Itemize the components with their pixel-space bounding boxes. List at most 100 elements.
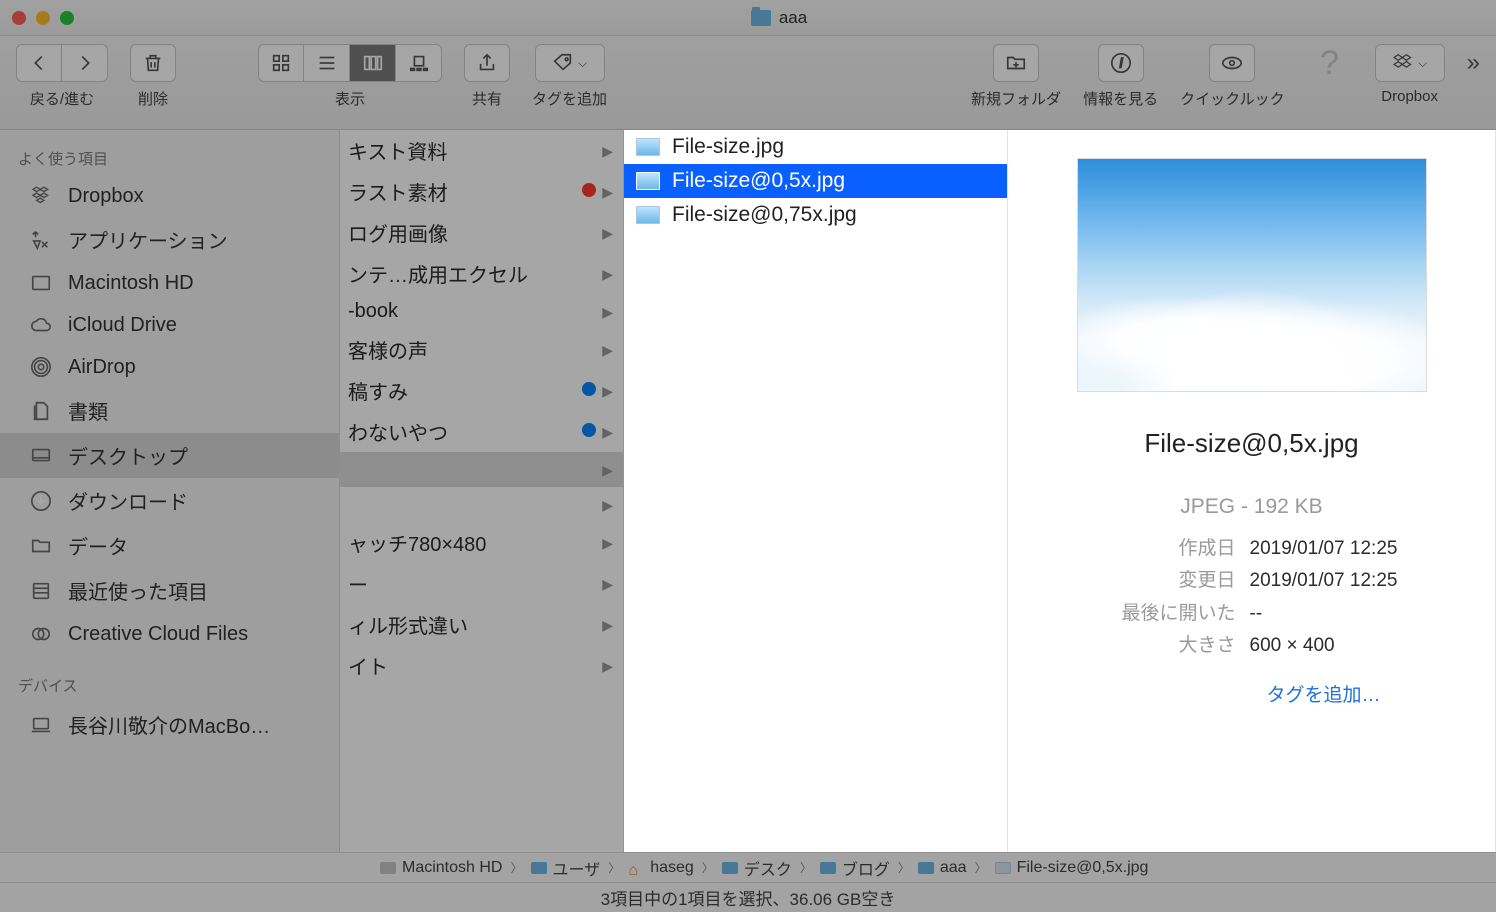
sidebar-item-downloads[interactable]: ダウンロード — [0, 478, 339, 523]
laptop-icon — [28, 712, 54, 738]
chevron-right-icon: ▶ — [602, 535, 613, 551]
folder-row[interactable]: ー▶ — [340, 563, 623, 604]
folder-row[interactable]: ▶ — [340, 452, 623, 487]
chevron-right-icon: 〉 — [608, 859, 620, 876]
folder-row[interactable]: 客様の声▶ — [340, 329, 623, 370]
chevron-right-icon: ▶ — [602, 617, 613, 633]
folder-icon — [722, 862, 738, 874]
meta-key: 変更日 — [1106, 565, 1236, 597]
path-segment[interactable]: ユーザ — [531, 856, 601, 880]
image-thumb-icon — [636, 206, 660, 224]
folder-row[interactable]: ▶ — [340, 487, 623, 522]
folder-row[interactable]: ラスト素材▶ — [340, 171, 623, 212]
help-button[interactable]: ? — [1307, 44, 1353, 82]
path-segment[interactable]: aaa — [918, 859, 967, 877]
path-segment[interactable]: File-size@0,5x.jpg — [995, 859, 1149, 877]
chevron-right-icon: 〉 — [898, 859, 910, 876]
back-button[interactable] — [16, 44, 62, 82]
file-row[interactable]: File-size.jpg — [624, 130, 1007, 164]
dropbox-button[interactable]: ⌵ — [1375, 44, 1445, 82]
folder-icon — [820, 862, 836, 874]
window-title: aaa — [779, 8, 807, 28]
chevron-right-icon: ▶ — [602, 383, 613, 399]
dropbox-label: Dropbox — [1381, 88, 1438, 105]
chevron-right-icon: ▶ — [602, 143, 613, 159]
airdrop-icon — [28, 354, 54, 380]
sidebar-item-recents[interactable]: 最近使った項目 — [0, 568, 339, 613]
folder-row[interactable]: わないやつ▶ — [340, 411, 623, 452]
tags-label: タグを追加 — [532, 88, 607, 109]
chevron-right-icon: ▶ — [602, 342, 613, 358]
preview-kind-size: JPEG - 192 KB — [1180, 495, 1322, 519]
view-list-button[interactable] — [304, 44, 350, 82]
folder-row[interactable]: 稿すみ▶ — [340, 370, 623, 411]
path-segment[interactable]: Macintosh HD — [380, 859, 502, 877]
view-icon-button[interactable] — [258, 44, 304, 82]
toolbar-overflow-button[interactable]: » — [1467, 44, 1480, 82]
chevron-right-icon: ▶ — [602, 576, 613, 592]
sidebar-item-icloud[interactable]: iCloud Drive — [0, 304, 339, 346]
delete-button[interactable] — [130, 44, 176, 82]
chevron-right-icon: ▶ — [602, 184, 613, 200]
chevron-right-icon: ▶ — [602, 462, 613, 478]
titlebar: aaa — [0, 0, 1496, 36]
folder-row[interactable]: キスト資料▶ — [340, 130, 623, 171]
preview-column: File-size@0,5x.jpg JPEG - 192 KB 作成日2019… — [1008, 130, 1496, 852]
view-column-button[interactable] — [350, 44, 396, 82]
share-label: 共有 — [472, 88, 502, 109]
disk-icon — [28, 270, 54, 296]
desktop-icon — [28, 443, 54, 469]
folder-icon — [28, 533, 54, 559]
creative-cloud-icon — [28, 621, 54, 647]
sidebar-item-creative-cloud[interactable]: Creative Cloud Files — [0, 613, 339, 655]
column-2[interactable]: File-size.jpgFile-size@0,5x.jpgFile-size… — [624, 130, 1008, 852]
chevron-right-icon: ▶ — [602, 225, 613, 241]
cloud-icon — [28, 312, 54, 338]
recents-icon — [28, 578, 54, 604]
folder-icon — [751, 10, 771, 26]
new-folder-button[interactable] — [993, 44, 1039, 82]
sidebar-item-desktop[interactable]: デスクトップ — [0, 433, 339, 478]
sidebar-item-macintosh-hd[interactable]: Macintosh HD — [0, 262, 339, 304]
folder-row[interactable]: ャッチ780×480▶ — [340, 522, 623, 563]
quicklook-button[interactable] — [1209, 44, 1255, 82]
svg-text:i: i — [1119, 56, 1123, 71]
view-label: 表示 — [335, 88, 365, 109]
folder-row[interactable]: -book▶ — [340, 294, 623, 329]
folder-row[interactable]: ィル形式違い▶ — [340, 604, 623, 645]
sidebar-item-device[interactable]: 長谷川敬介のMacBo… — [0, 702, 339, 747]
quicklook-label: クイックルック — [1180, 88, 1285, 109]
close-window-button[interactable] — [12, 11, 26, 25]
path-segment[interactable]: ⌂haseg — [628, 859, 694, 877]
file-row[interactable]: File-size@0,5x.jpg — [624, 164, 1007, 198]
add-tags-link[interactable]: タグを追加… — [1266, 680, 1380, 712]
status-bar: 3項目中の1項目を選択、36.06 GB空き — [0, 882, 1496, 912]
sidebar-favorites-header: よく使う項目 — [0, 142, 339, 175]
chevron-right-icon: 〉 — [510, 859, 522, 876]
forward-button[interactable] — [62, 44, 108, 82]
preview-thumbnail[interactable] — [1077, 158, 1427, 392]
sidebar-item-applications[interactable]: アプリケーション — [0, 217, 339, 262]
sidebar-item-airdrop[interactable]: AirDrop — [0, 346, 339, 388]
sidebar-item-dropbox[interactable]: Dropbox — [0, 175, 339, 217]
meta-value: -- — [1250, 598, 1263, 630]
folder-row[interactable]: ンテ…成用エクセル▶ — [340, 253, 623, 294]
image-thumb-icon — [636, 138, 660, 156]
chevron-right-icon: ▶ — [602, 304, 613, 320]
disk-icon — [380, 862, 396, 874]
sidebar-item-data[interactable]: データ — [0, 523, 339, 568]
get-info-button[interactable]: i — [1098, 44, 1144, 82]
file-row[interactable]: File-size@0,75x.jpg — [624, 198, 1007, 232]
minimize-window-button[interactable] — [36, 11, 50, 25]
zoom-window-button[interactable] — [60, 11, 74, 25]
column-1[interactable]: キスト資料▶ラスト素材▶ログ用画像▶ンテ…成用エクセル▶-book▶客様の声▶稿… — [340, 130, 624, 852]
share-button[interactable] — [464, 44, 510, 82]
view-gallery-button[interactable] — [396, 44, 442, 82]
folder-row[interactable]: イト▶ — [340, 645, 623, 686]
tags-button[interactable]: ⌵ — [535, 44, 605, 82]
path-segment[interactable]: デスク — [722, 856, 792, 880]
preview-metadata-table: 作成日2019/01/07 12:25変更日2019/01/07 12:25最後… — [1106, 533, 1398, 662]
sidebar-item-documents[interactable]: 書類 — [0, 388, 339, 433]
path-segment[interactable]: ブログ — [820, 856, 890, 880]
folder-row[interactable]: ログ用画像▶ — [340, 212, 623, 253]
